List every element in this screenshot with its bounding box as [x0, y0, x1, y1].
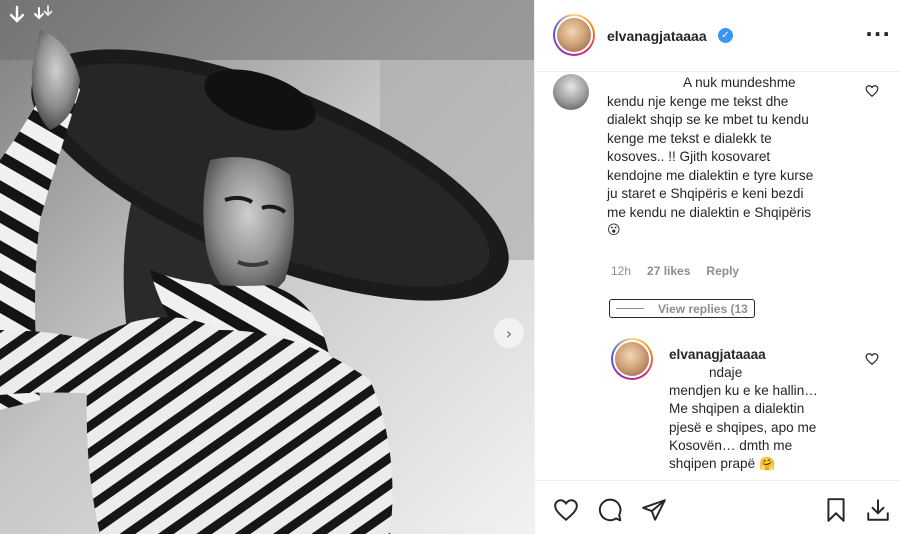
comment-time: 12h: [611, 264, 632, 278]
post-header: elvanagjataaaa ✓ ···: [535, 0, 900, 72]
post-username[interactable]: elvanagjataaaa: [607, 28, 707, 44]
comment-line: dialekt shqip se ke mbet tu kendu: [607, 112, 809, 127]
reply-button[interactable]: Reply: [706, 264, 739, 278]
comment-likes[interactable]: 27 likes: [647, 264, 690, 278]
reply-emoji: 🤗: [758, 457, 776, 473]
comment-line: kendu nje kenge me tekst dhe: [607, 93, 789, 109]
more-options-icon[interactable]: ···: [865, 22, 891, 46]
comment-line: A nuk mundeshme: [683, 75, 796, 90]
comment-line: me kendu ne dialektin e Shqipëris: [607, 204, 812, 220]
post-photo[interactable]: ›: [0, 0, 534, 534]
reply-line: pjesë e shqipes, apo me: [669, 419, 817, 435]
comment-like-heart-icon[interactable]: [865, 84, 879, 98]
post-image: [0, 0, 534, 534]
post-actions: [535, 480, 900, 534]
avatar[interactable]: [553, 14, 595, 56]
save-bookmark-icon[interactable]: [823, 497, 849, 523]
next-chevron-icon[interactable]: ›: [494, 318, 524, 348]
comment-line: kenge me tekst e dialekk te: [607, 130, 772, 146]
reply-avatar-image: [613, 340, 651, 378]
reply-line: ndaje: [709, 365, 743, 380]
verified-badge-icon: ✓: [718, 28, 733, 43]
comment-text: A nuk mundeshme kendu nje kenge me tekst…: [607, 74, 857, 241]
reply-line: Me shqipen a dialektin: [669, 401, 805, 417]
share-paper-plane-icon[interactable]: [641, 497, 667, 523]
reply-text: ndaje mendjen ku e ke hallin… Me shqipen…: [669, 364, 869, 474]
reply-username[interactable]: elvanagjataaaa: [669, 347, 766, 362]
commenter-avatar[interactable]: [553, 74, 589, 110]
multiple-arrows-icon[interactable]: [32, 4, 54, 26]
comment-line: kosoves.. !! Gjith kosovaret: [607, 149, 771, 164]
view-replies-button[interactable]: View replies (13: [609, 299, 755, 318]
avatar-image: [555, 16, 593, 54]
comment-bubble-icon[interactable]: [597, 497, 623, 523]
reply-line: shqipen prapë 🤗: [669, 455, 869, 474]
reply-last-line: shqipen prapë: [669, 456, 756, 472]
comment-meta: 12h 27 likes Reply: [611, 264, 739, 278]
reply-like-heart-icon[interactable]: [865, 352, 879, 366]
view-replies-dash: [616, 308, 644, 309]
comment-line: kendojne me dialektin e tyre kurse: [607, 167, 814, 183]
download-arrow-icon[interactable]: [6, 4, 28, 26]
post-side-panel: elvanagjataaaa ✓ ··· A nuk mundeshme ken…: [534, 0, 900, 534]
comment-emoji: 😮: [607, 223, 621, 238]
download-icon[interactable]: [865, 497, 891, 523]
like-heart-icon[interactable]: [553, 497, 579, 523]
reply-avatar[interactable]: [611, 338, 653, 380]
reply-line: mendjen ku e ke hallin…: [669, 383, 818, 399]
reply-line: Kosovën… dmth me: [669, 437, 793, 453]
comment-line: ju staret e Shqipëris e keni bezdi: [607, 186, 804, 201]
view-replies-label: View replies (13: [658, 301, 748, 316]
